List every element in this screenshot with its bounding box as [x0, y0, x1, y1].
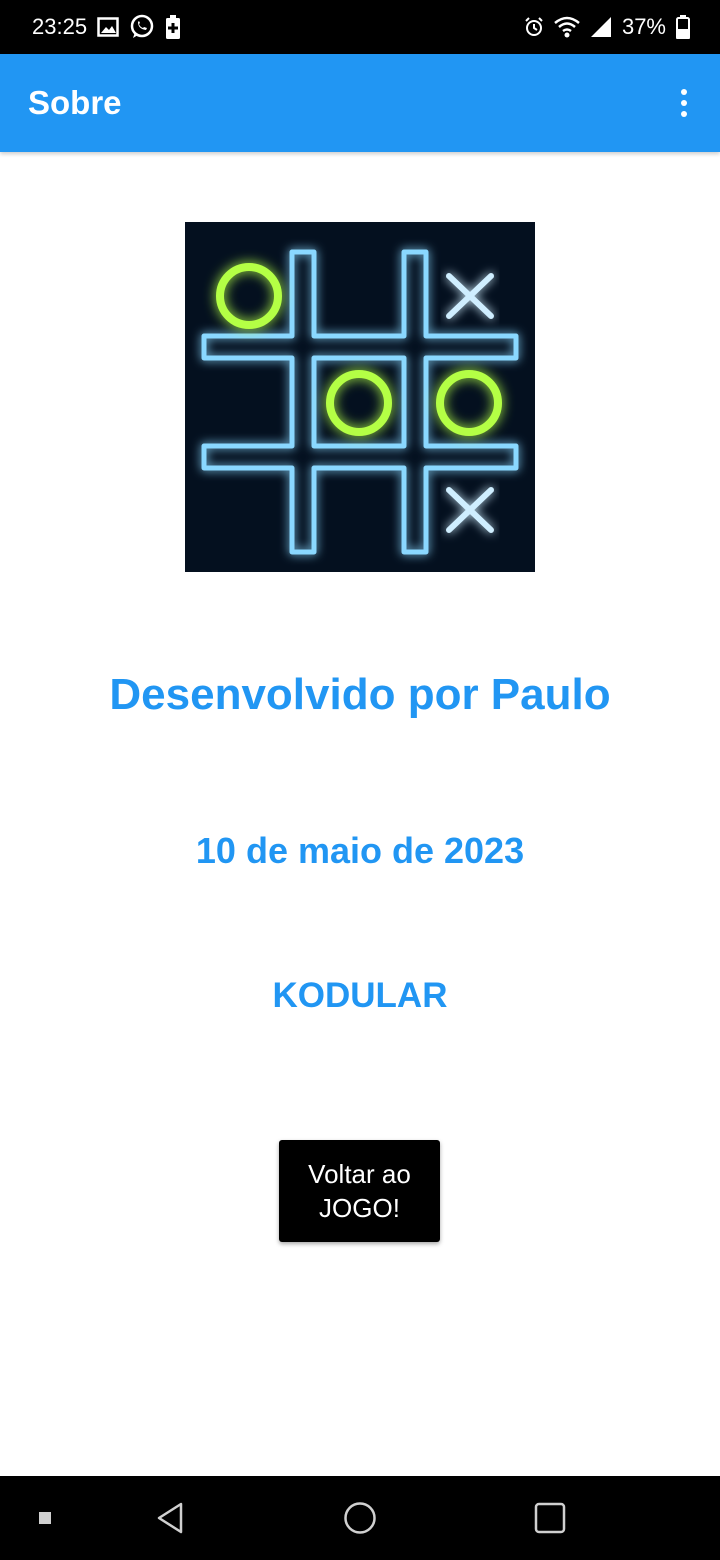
clock: 23:25	[32, 14, 88, 39]
page-title: Sobre	[28, 84, 122, 121]
date-text: 10 de maio de 2023	[195, 830, 525, 871]
battery-saver-icon	[165, 15, 181, 39]
signal-icon	[590, 16, 612, 38]
status-bar-left: 23:25	[32, 14, 181, 40]
status-bar-right: 37%	[524, 14, 690, 40]
battery-percent: 37%	[621, 14, 666, 39]
alarm-icon	[524, 17, 544, 37]
image-icon	[97, 17, 119, 37]
whatsapp-icon	[129, 14, 155, 40]
status-bar: 23:25 37%	[0, 0, 720, 54]
home-icon[interactable]	[330, 1476, 390, 1560]
menu-square-icon[interactable]	[20, 1476, 70, 1560]
app-bar: Sobre	[0, 54, 720, 152]
back-icon[interactable]	[140, 1476, 200, 1560]
more-vert-icon[interactable]	[672, 83, 696, 123]
navigation-bar	[0, 1476, 720, 1560]
battery-icon	[676, 15, 690, 39]
platform-text: KODULAR	[272, 976, 448, 1015]
wifi-icon	[554, 16, 580, 38]
back-to-game-button[interactable]: Voltar ao JOGO!	[279, 1140, 440, 1242]
tic-tac-toe-logo	[185, 222, 535, 572]
recents-icon[interactable]	[520, 1476, 580, 1560]
developer-text: Desenvolvido por Paulo	[109, 670, 611, 719]
